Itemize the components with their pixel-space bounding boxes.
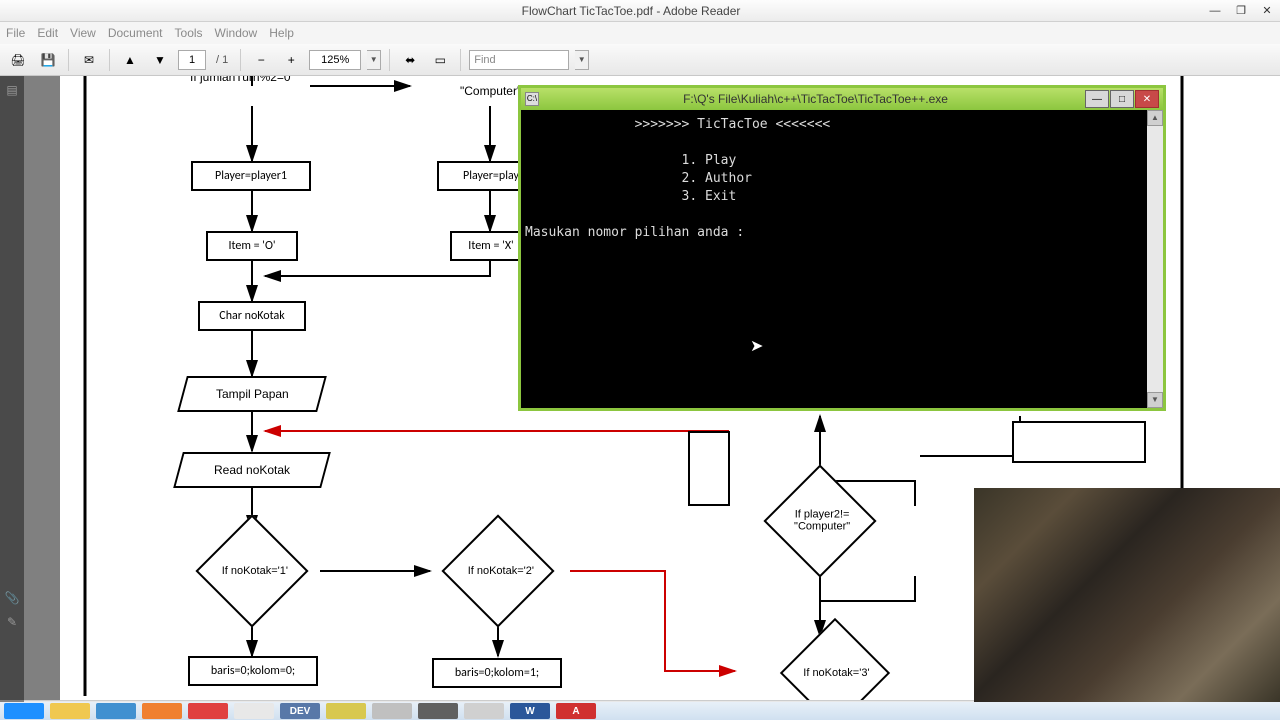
fit-width-button[interactable]: ⬌ xyxy=(398,48,422,72)
zoom-level[interactable]: 125% xyxy=(309,50,361,70)
menu-window[interactable]: Window xyxy=(215,26,258,40)
zoom-out-button[interactable]: − xyxy=(249,48,273,72)
task-notes-icon[interactable] xyxy=(326,703,366,719)
fc-box-right xyxy=(1012,421,1146,463)
page-up-button[interactable]: ▲ xyxy=(118,48,142,72)
signature-icon[interactable]: ✎ xyxy=(2,612,22,632)
task-tool-icon[interactable] xyxy=(234,703,274,719)
fc-cond-turn: If jumlahTurn%2=0 xyxy=(190,76,291,84)
find-input[interactable]: Find xyxy=(469,50,569,70)
fc-read-nokotak: Read noKotak xyxy=(173,452,331,488)
fc-if-nokotak3: If noKotak='3' xyxy=(780,618,890,700)
task-media-icon[interactable] xyxy=(142,703,182,719)
fc-box-mid xyxy=(688,431,730,506)
console-close-button[interactable]: ✕ xyxy=(1135,90,1159,108)
minimize-button[interactable]: — xyxy=(1202,2,1228,20)
fit-page-button[interactable]: ▭ xyxy=(428,48,452,72)
menu-tools[interactable]: Tools xyxy=(175,26,203,40)
task-util-icon[interactable] xyxy=(372,703,412,719)
zoom-dropdown[interactable]: ▼ xyxy=(367,50,381,70)
toolbar: 🖨 💾 ✉ ▲ ▼ / 1 − + 125% ▼ ⬌ ▭ Find ▼ xyxy=(0,44,1280,76)
page-total-label: / 1 xyxy=(212,54,232,66)
task-console-icon[interactable] xyxy=(418,703,458,719)
print-button[interactable]: 🖨 xyxy=(6,48,30,72)
scroll-down-icon[interactable]: ▼ xyxy=(1147,392,1163,408)
page-down-button[interactable]: ▼ xyxy=(148,48,172,72)
console-maximize-button[interactable]: □ xyxy=(1110,90,1134,108)
console-app-icon: C:\ xyxy=(525,92,539,106)
fc-if-player2-computer: If player2!= "Computer" xyxy=(763,464,876,577)
fc-if-nokotak1: If noKotak='1' xyxy=(195,514,308,627)
window-title: FlowChart TicTacToe.pdf - Adobe Reader xyxy=(60,4,1202,18)
task-app-icon[interactable] xyxy=(188,703,228,719)
scroll-up-icon[interactable]: ▲ xyxy=(1147,110,1163,126)
console-minimize-button[interactable]: — xyxy=(1085,90,1109,108)
console-output: >>>>>>> TicTacToe <<<<<<< 1. Play 2. Aut… xyxy=(521,110,1163,248)
menubar: File Edit View Document Tools Window Hel… xyxy=(0,22,1280,44)
nav-sidebar: ▤ 📎 ✎ xyxy=(0,76,24,700)
menu-help[interactable]: Help xyxy=(269,26,294,40)
task-adobe-icon[interactable]: A xyxy=(556,703,596,719)
menu-view[interactable]: View xyxy=(70,26,96,40)
fc-computer-label: "Computer" xyxy=(460,84,521,98)
task-explorer-icon[interactable] xyxy=(50,703,90,719)
email-button[interactable]: ✉ xyxy=(77,48,101,72)
fc-player1: Player=player1 xyxy=(191,161,311,191)
fc-char-nokotak: Char noKotak xyxy=(198,301,306,331)
fc-if-nokotak2: If noKotak='2' xyxy=(441,514,554,627)
menu-edit[interactable]: Edit xyxy=(37,26,58,40)
task-devcpp-icon[interactable]: DEV xyxy=(280,703,320,719)
menu-file[interactable]: File xyxy=(6,26,25,40)
find-dropdown[interactable]: ▼ xyxy=(575,50,589,70)
menu-document[interactable]: Document xyxy=(108,26,163,40)
console-scrollbar[interactable]: ▲ ▼ xyxy=(1147,110,1163,408)
page-number-input[interactable] xyxy=(178,50,206,70)
console-body[interactable]: >>>>>>> TicTacToe <<<<<<< 1. Play 2. Aut… xyxy=(521,110,1163,408)
task-doc-icon[interactable] xyxy=(464,703,504,719)
zoom-in-button[interactable]: + xyxy=(279,48,303,72)
console-titlebar[interactable]: C:\ F:\Q's File\Kuliah\c++\TicTacToe\Tic… xyxy=(521,88,1163,110)
console-title: F:\Q's File\Kuliah\c++\TicTacToe\TicTacT… xyxy=(547,92,1084,106)
console-window: C:\ F:\Q's File\Kuliah\c++\TicTacToe\Tic… xyxy=(518,85,1166,411)
fc-baris01: baris=0;kolom=1; xyxy=(432,658,562,688)
attachment-icon[interactable]: 📎 xyxy=(2,588,22,608)
maximize-button[interactable]: ❐ xyxy=(1228,2,1254,20)
fc-item-o: Item = 'O' xyxy=(206,231,298,261)
fc-tampil-papan: Tampil Papan xyxy=(177,376,327,412)
save-button[interactable]: 💾 xyxy=(36,48,60,72)
task-word-icon[interactable]: W xyxy=(510,703,550,719)
task-ie-icon[interactable] xyxy=(4,703,44,719)
fc-baris00: baris=0;kolom=0; xyxy=(188,656,318,686)
close-button[interactable]: ✕ xyxy=(1254,2,1280,20)
webcam-overlay xyxy=(974,488,1280,702)
titlebar: FlowChart TicTacToe.pdf - Adobe Reader —… xyxy=(0,0,1280,22)
pages-icon[interactable]: ▤ xyxy=(2,80,22,100)
task-browser-icon[interactable] xyxy=(96,703,136,719)
taskbar: DEV W A xyxy=(0,702,1280,720)
